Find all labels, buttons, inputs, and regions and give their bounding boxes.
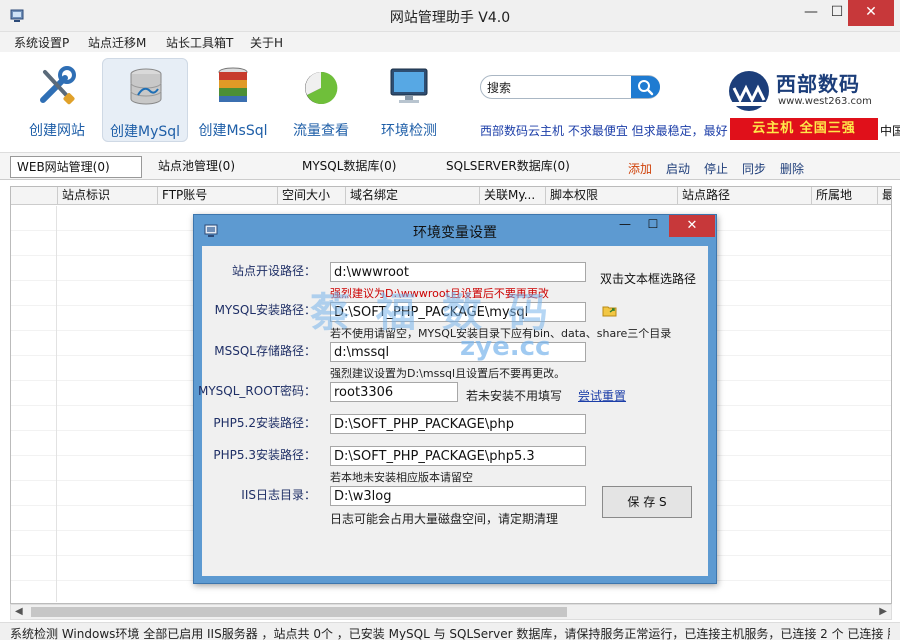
promo-text[interactable]: 西部数码云主机 不求最便宜 但求最稳定，最好 bbox=[480, 122, 730, 139]
php52-path-input[interactable] bbox=[330, 414, 586, 434]
minimize-button[interactable]: — bbox=[796, 0, 826, 26]
database-icon bbox=[130, 68, 162, 105]
mssql-path-label: MSSQL存储路径： bbox=[214, 344, 316, 358]
tab-row: WEB网站管理(0) 站点池管理(0) MYSQL数据库(0) SQLSERVE… bbox=[0, 152, 900, 180]
tab-site-pool[interactable]: 站点池管理(0) bbox=[152, 156, 282, 178]
mysql-path-note: 若不使用请留空，MYSQL安装目录下应有bin、data、share三个目录 bbox=[330, 327, 672, 340]
col-header-site-id[interactable]: 站点标识 bbox=[57, 187, 157, 205]
tool-create-site[interactable]: 创建网站 bbox=[14, 58, 100, 142]
mysql-root-note: 若未安装不用填写 bbox=[466, 389, 563, 403]
west263-logo-icon bbox=[729, 71, 769, 111]
iis-log-label: IIS日志目录： bbox=[241, 488, 316, 502]
col-header-rownum bbox=[11, 187, 57, 205]
mssql-path-note: 强烈建议设置为D:\mssql且设置后不要再更改。 bbox=[330, 367, 566, 380]
add-button[interactable]: 添加 bbox=[628, 160, 652, 177]
menu-webmaster-toolbox[interactable]: 站长工具箱T bbox=[166, 34, 233, 51]
scroll-left-icon[interactable]: ◀ bbox=[15, 606, 23, 617]
table-header: 站点标识 FTP账号 空间大小 域名绑定 关联My... 脚本权限 站点路径 所… bbox=[11, 187, 891, 205]
col-header-ftp[interactable]: FTP账号 bbox=[157, 187, 277, 205]
folder-open-icon[interactable] bbox=[602, 304, 618, 318]
save-button[interactable]: 保 存 S bbox=[602, 486, 692, 518]
mysql-root-input[interactable] bbox=[330, 382, 458, 402]
php53-path-input[interactable] bbox=[330, 446, 586, 466]
tool-create-mysql[interactable]: 创建MySql bbox=[102, 58, 188, 142]
col-header-location[interactable]: 所属地 bbox=[811, 187, 877, 205]
try-reset-link[interactable]: 尝试重置 bbox=[578, 387, 626, 404]
tool-traffic-view[interactable]: 流量查看 bbox=[278, 58, 364, 142]
dialog-minimize-button[interactable]: — bbox=[614, 217, 636, 231]
status-bar: 系统检测 Windows环境 全部已启用 IIS服务器 ，站点共 0个 ，已安装… bbox=[0, 622, 900, 640]
col-header-site-path[interactable]: 站点路径 bbox=[677, 187, 811, 205]
brand-url: www.west263.com bbox=[778, 96, 872, 107]
search-box bbox=[480, 75, 660, 99]
dialog-close-button[interactable]: ✕ bbox=[669, 215, 715, 237]
horizontal-scrollbar[interactable]: ◀ ▶ bbox=[10, 604, 892, 620]
scroll-right-icon[interactable]: ▶ bbox=[879, 606, 887, 617]
database-stack-icon bbox=[218, 67, 248, 102]
site-root-input[interactable] bbox=[330, 262, 586, 282]
brand-name: 西部数码 bbox=[776, 72, 860, 96]
sync-button[interactable]: 同步 bbox=[742, 160, 766, 177]
php53-path-note: 若本地未安装相应版本请留空 bbox=[330, 471, 473, 484]
php53-path-label: PHP5.3安装路径： bbox=[213, 448, 316, 462]
iis-log-input[interactable] bbox=[330, 486, 586, 506]
dialog-title-bar: 环境变量设置 — ☐ ✕ bbox=[194, 215, 716, 245]
scroll-thumb[interactable] bbox=[31, 607, 567, 617]
dialog-body: 站点开设路径： 强烈建议为D:\wwwroot且设置后不要再更改 双击文本框选路… bbox=[198, 246, 708, 576]
tool-environment-check-label: 环境检测 bbox=[381, 123, 437, 139]
tool-create-mssql[interactable]: 创建MsSql bbox=[190, 58, 276, 142]
tool-environment-check[interactable]: 环境检测 bbox=[366, 58, 452, 142]
search-button[interactable] bbox=[631, 76, 660, 98]
mysql-path-label: MYSQL安装路径： bbox=[214, 303, 316, 317]
search-input[interactable] bbox=[487, 79, 627, 95]
menu-about[interactable]: 关于H bbox=[250, 34, 283, 51]
env-settings-dialog: 环境变量设置 — ☐ ✕ 站点开设路径： 强烈建议为D:\wwwroot且设置后… bbox=[193, 214, 717, 584]
maximize-button[interactable]: ☐ bbox=[826, 0, 848, 26]
col-header-last[interactable]: 最 bbox=[877, 187, 891, 205]
close-button[interactable]: ✕ bbox=[848, 0, 894, 26]
tool-traffic-view-label: 流量查看 bbox=[293, 123, 349, 139]
tab-mysql-db[interactable]: MYSQL数据库(0) bbox=[296, 156, 432, 178]
menu-bar: 系统设置P 站点迁移M 站长工具箱T 关于H bbox=[0, 32, 900, 52]
site-root-note: 强烈建议为D:\wwwroot且设置后不要再更改 bbox=[330, 287, 549, 300]
php52-path-label: PHP5.2安装路径： bbox=[213, 416, 316, 430]
col-header-space[interactable]: 空间大小 bbox=[277, 187, 345, 205]
tab-web-sites[interactable]: WEB网站管理(0) bbox=[10, 156, 142, 178]
dialog-title: 环境变量设置 bbox=[413, 225, 497, 241]
col-header-script-perm[interactable]: 脚本权限 bbox=[545, 187, 677, 205]
brand-logo[interactable]: 西部数码 www.west263.com bbox=[726, 68, 896, 118]
wrench-screwdriver-icon bbox=[40, 66, 76, 105]
site-root-label: 站点开设路径： bbox=[231, 264, 316, 278]
window-title: 网站管理助手 V4.0 bbox=[389, 10, 511, 26]
col-header-linked-mysql[interactable]: 关联My... bbox=[479, 187, 545, 205]
mssql-path-input[interactable] bbox=[330, 342, 586, 362]
search-icon bbox=[638, 80, 654, 96]
menu-system-settings[interactable]: 系统设置P bbox=[14, 34, 69, 51]
promo-tail: 中国 bbox=[880, 124, 900, 138]
delete-button[interactable]: 删除 bbox=[780, 160, 804, 177]
monitor-icon bbox=[390, 68, 428, 103]
status-text: 系统检测 Windows环境 全部已启用 IIS服务器 ，站点共 0个 ，已安装… bbox=[10, 627, 890, 640]
stop-button[interactable]: 停止 bbox=[704, 160, 728, 177]
tool-create-mysql-label: 创建MySql bbox=[109, 124, 181, 140]
title-bar: 网站管理助手 V4.0 — ☐ ✕ bbox=[0, 0, 900, 32]
start-button[interactable]: 启动 bbox=[666, 160, 690, 177]
pie-chart-icon bbox=[305, 71, 338, 104]
toolbar: 创建网站 创建MySql 创建MsSql 流量查看 环境检测 搜索 西部数码 w… bbox=[0, 52, 900, 152]
dialog-maximize-button[interactable]: ☐ bbox=[642, 217, 664, 231]
tool-create-mssql-label: 创建MsSql bbox=[198, 123, 268, 139]
tab-sqlserver-db[interactable]: SQLSERVER数据库(0) bbox=[440, 156, 590, 178]
tool-create-site-label: 创建网站 bbox=[29, 123, 85, 139]
mysql-root-label: MYSQL_ROOT密码： bbox=[198, 384, 316, 398]
mysql-path-input[interactable] bbox=[330, 302, 586, 322]
dblclick-hint: 双击文本框选路径 bbox=[600, 272, 697, 286]
iis-log-note: 日志可能会占用大量磁盘空间，请定期清理 bbox=[330, 512, 559, 526]
col-header-domain[interactable]: 域名绑定 bbox=[345, 187, 479, 205]
menu-site-migration[interactable]: 站点迁移M bbox=[88, 34, 146, 51]
row-header-column bbox=[11, 206, 57, 602]
promo-banner[interactable]: 云主机 全国三强 bbox=[730, 118, 878, 140]
